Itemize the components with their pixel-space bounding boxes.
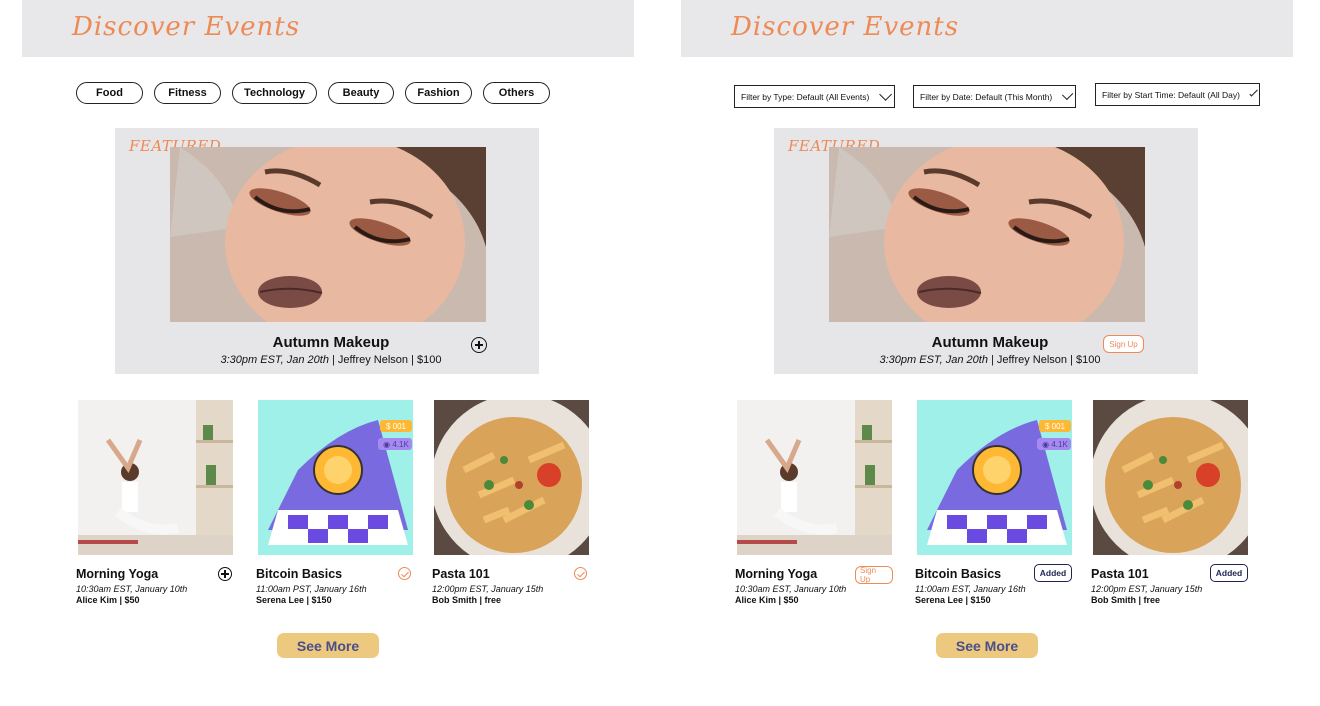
event-image-yoga[interactable] [78,400,233,555]
filter-type-label: Filter by Type: Default (All Events) [741,91,870,102]
event-time: 12:00pm EST, January 15th [1091,584,1203,594]
featured-sign-up-button[interactable]: Sign Up [1103,335,1144,353]
event-title: Morning Yoga [735,567,818,581]
event-time: 12:00pm EST, January 15th [432,584,544,594]
header-bar: Discover Events [681,0,1293,57]
chip-fashion[interactable]: Fashion [405,82,472,104]
see-more-button[interactable]: See More [936,633,1038,658]
added-button[interactable]: Added [1034,564,1072,582]
page-title: Discover Events [72,12,301,42]
check-circle-icon[interactable] [398,567,411,580]
featured-event-image[interactable] [829,147,1145,322]
added-button[interactable]: Added [1210,564,1248,582]
featured-event-time: 3:30pm EST, Jan 20th [879,354,988,366]
page-title: Discover Events [731,12,960,42]
category-chips: Food Fitness Technology Beauty Fashion O… [76,82,550,104]
filter-date-label: Filter by Date: Default (This Month) [920,91,1053,102]
chip-technology[interactable]: Technology [232,82,317,104]
chip-food[interactable]: Food [76,82,143,104]
chip-beauty[interactable]: Beauty [328,82,394,104]
event-host-price: Alice Kim | $50 [735,595,799,605]
featured-event-time: 3:30pm EST, Jan 20th [220,354,329,366]
event-image-pasta[interactable] [1093,400,1248,555]
event-host-price: Bob Smith | free [432,595,502,605]
discover-panel-left: Discover Events Food Fitness Technology … [22,0,634,706]
filter-date-dropdown[interactable]: Filter by Date: Default (This Month) [913,85,1076,108]
add-event-icon[interactable] [218,567,232,581]
event-image-pasta[interactable] [434,400,589,555]
filter-type-dropdown[interactable]: Filter by Type: Default (All Events) [734,85,895,108]
event-host-price: Bob Smith | free [1091,595,1161,605]
event-host-price: Serena Lee | $150 [256,595,332,605]
filter-time-label: Filter by Start Time: Default (All Day) [1102,89,1240,100]
featured-event-details: | Jeffrey Nelson | $100 [328,354,442,366]
featured-event-card[interactable]: FEATURED Autumn Makeup 3:30pm EST, Jan 2… [115,128,539,374]
featured-event-meta: 3:30pm EST, Jan 20th | Jeffrey Nelson | … [774,354,1206,366]
event-time: 10:30am EST, January 10th [76,584,188,594]
chevron-down-icon [879,88,893,101]
event-image-bitcoin[interactable] [258,400,413,555]
discover-panel-right: Discover Events Filter by Type: Default … [681,0,1293,706]
header-bar: Discover Events [22,0,634,57]
event-time: 10:30am EST, January 10th [735,584,847,594]
event-image-bitcoin[interactable] [917,400,1072,555]
chip-fitness[interactable]: Fitness [154,82,221,104]
event-title: Pasta 101 [432,567,490,581]
featured-event-card[interactable]: FEATURED Autumn Makeup 3:30pm EST, Jan 2… [774,128,1198,374]
event-title: Pasta 101 [1091,567,1149,581]
event-host-price: Alice Kim | $50 [76,595,140,605]
check-circle-icon[interactable] [574,567,587,580]
featured-event-image[interactable] [170,147,486,322]
chip-others[interactable]: Others [483,82,550,104]
event-title: Bitcoin Basics [256,567,343,581]
chevron-down-icon [1249,88,1258,97]
event-title: Bitcoin Basics [915,567,1002,581]
event-image-yoga[interactable] [737,400,892,555]
event-title: Morning Yoga [76,567,159,581]
filter-start-time-dropdown[interactable]: Filter by Start Time: Default (All Day) [1095,83,1260,106]
event-host-price: Serena Lee | $150 [915,595,991,605]
sign-up-button[interactable]: Sign Up [855,566,893,584]
event-time: 11:00am EST, January 16th [915,584,1026,594]
event-time: 11:00am PST, January 16th [256,584,367,594]
chevron-down-icon [1062,88,1074,100]
featured-event-meta: 3:30pm EST, Jan 20th | Jeffrey Nelson | … [115,354,547,366]
add-featured-event-icon[interactable] [471,337,487,353]
see-more-button[interactable]: See More [277,633,379,658]
featured-event-details: | Jeffrey Nelson | $100 [987,354,1101,366]
